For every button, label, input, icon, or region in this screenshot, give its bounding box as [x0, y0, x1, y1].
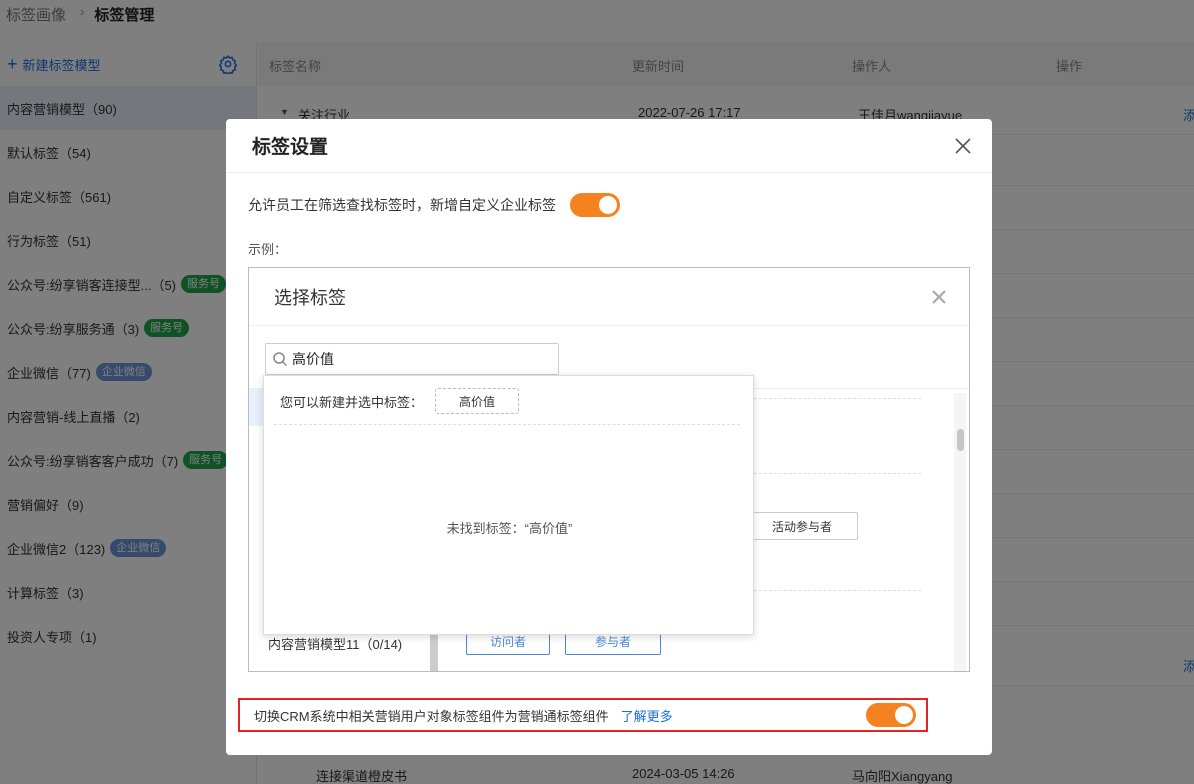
dropdown-create-prompt: 您可以新建并选中标签：: [280, 394, 424, 410]
dropdown-divider: [274, 424, 740, 425]
allow-custom-tag-setting: 允许员工在筛选查找标签时，新增自定义企业标签: [248, 193, 620, 217]
tag-settings-modal: 标签设置 允许员工在筛选查找标签时，新增自定义企业标签 示例： 选择标签 高价值…: [226, 119, 992, 755]
search-icon: [273, 352, 288, 367]
example-scrollbar: [954, 393, 966, 671]
dropdown-create-row: 您可以新建并选中标签： 高价值: [280, 388, 520, 414]
close-icon: [932, 289, 946, 304]
example-tag-activity: 活动参与者: [746, 512, 858, 540]
scrollbar-thumb: [957, 429, 964, 451]
example-search-input: 高价值: [265, 343, 559, 375]
example-left-selected: [249, 388, 263, 426]
switch-knob: [895, 706, 913, 724]
example-dropdown: 您可以新建并选中标签： 高价值 未找到标签：“高价值”: [263, 375, 754, 635]
dropdown-create-chip: 高价值: [435, 388, 520, 414]
allow-custom-tag-switch[interactable]: [570, 193, 620, 217]
example-label: 示例：: [248, 242, 288, 257]
dropdown-empty-text: 未找到标签：“高价值”: [446, 521, 573, 536]
modal-title: 标签设置: [252, 137, 329, 158]
example-preview: 选择标签 高价值 活动参与者 内容营销模型11（0/14) 访问者 参与者 您可…: [248, 267, 970, 672]
learn-more-link[interactable]: 了解更多: [621, 706, 673, 725]
allow-custom-tag-label: 允许员工在筛选查找标签时，新增自定义企业标签: [248, 197, 556, 213]
switch-knob: [599, 196, 617, 214]
example-search-value: 高价值: [292, 351, 334, 367]
crm-component-label: 切换CRM系统中相关营销用户对象标签组件为营销通标签组件: [254, 708, 609, 724]
example-group-label: 内容营销模型11（0/14): [268, 637, 403, 652]
close-icon[interactable]: [954, 137, 972, 155]
example-header: 选择标签: [249, 268, 969, 326]
crm-component-switch[interactable]: [866, 703, 916, 727]
modal-header: 标签设置: [226, 119, 992, 173]
example-title: 选择标签: [274, 287, 346, 308]
crm-component-setting: 切换CRM系统中相关营销用户对象标签组件为营销通标签组件 了解更多: [238, 698, 928, 732]
